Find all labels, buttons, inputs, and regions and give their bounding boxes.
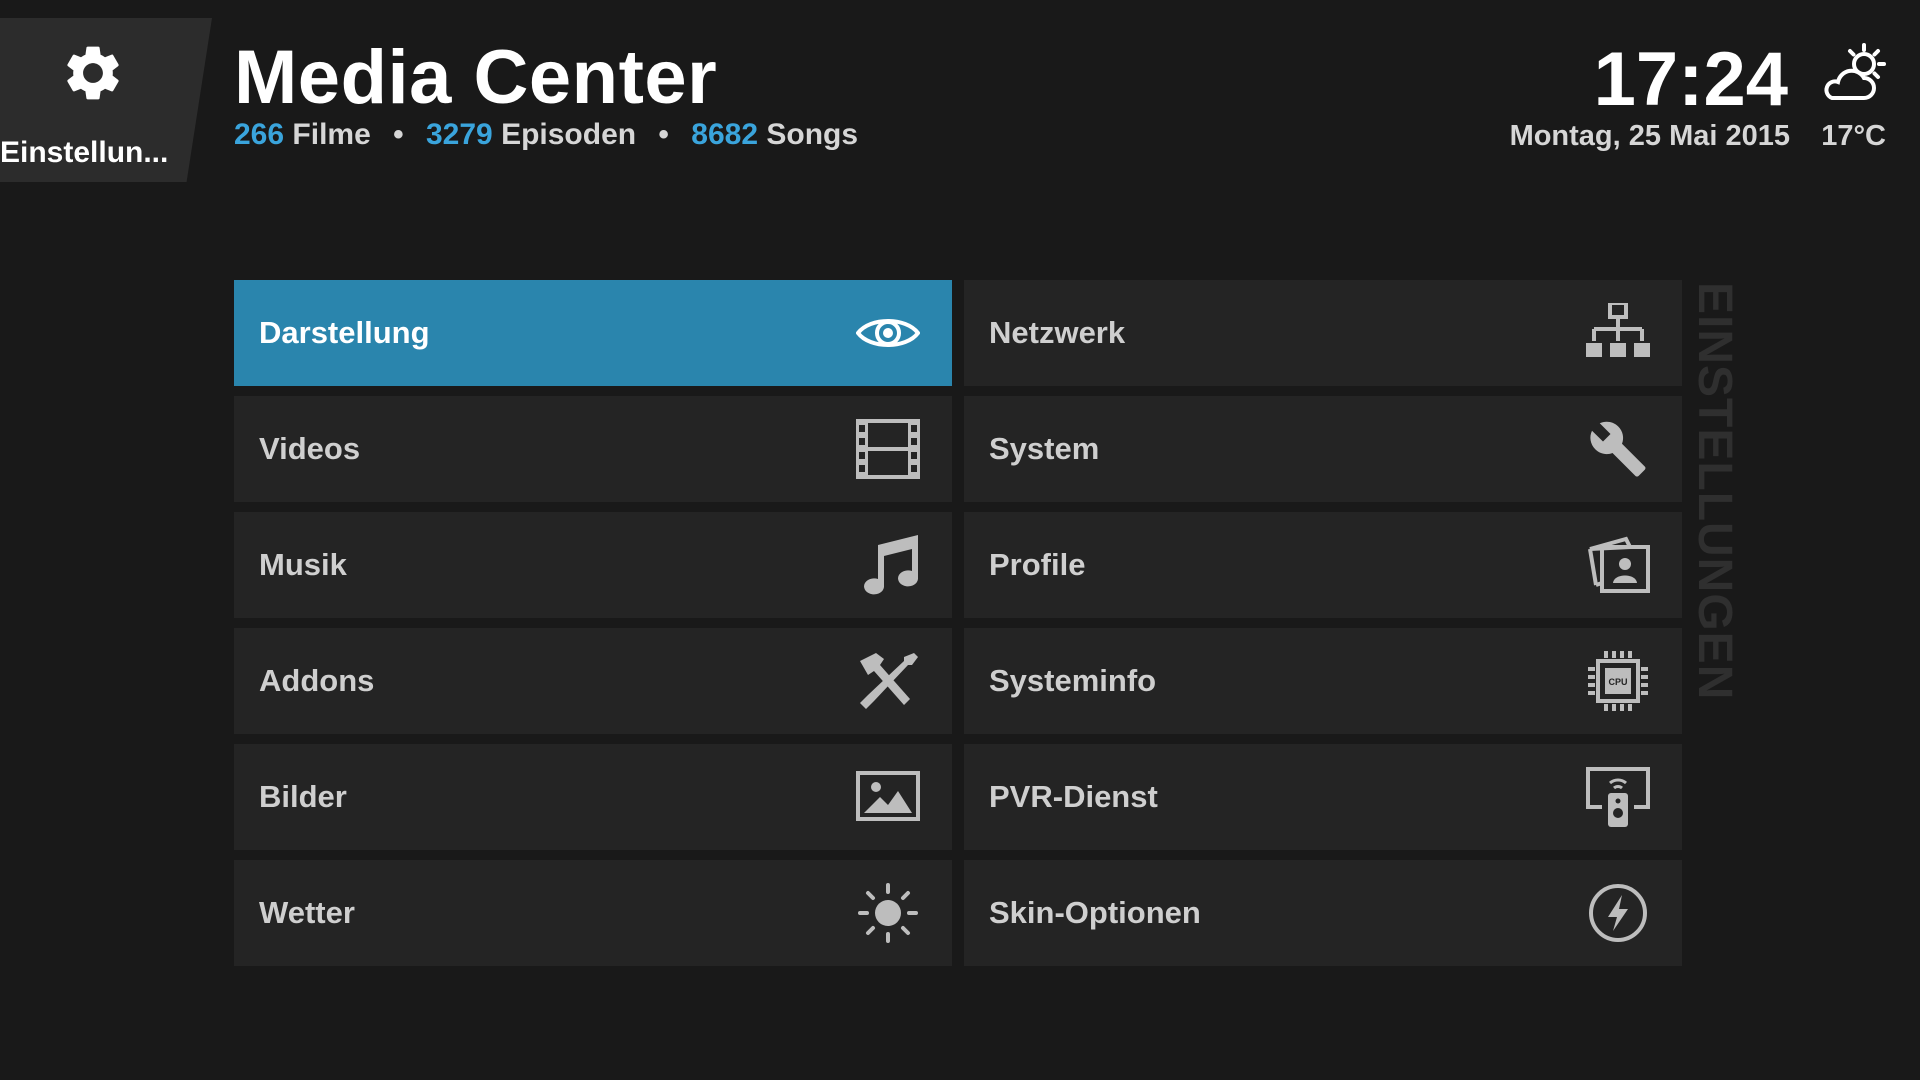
tile-label: Skin-Optionen <box>989 895 1201 930</box>
clock: 17:24 <box>1593 37 1788 122</box>
tile-label: Addons <box>259 663 375 698</box>
profile-icon <box>1586 535 1650 595</box>
tile-system[interactable]: System <box>964 396 1682 502</box>
network-icon <box>1586 303 1650 363</box>
tile-label: System <box>989 431 1100 466</box>
cpu-icon: CPU <box>1586 651 1650 711</box>
tile-label: Profile <box>989 547 1086 582</box>
episode-count-label: Episoden <box>501 118 637 151</box>
stats-separator: • <box>658 118 669 151</box>
tile-label: PVR-Dienst <box>989 779 1158 814</box>
tools-icon <box>856 651 920 711</box>
settings-back-button[interactable]: Einstellun... <box>0 18 212 182</box>
tile-netzwerk[interactable]: Netzwerk <box>964 280 1682 386</box>
tile-addons[interactable]: Addons <box>234 628 952 734</box>
song-count-label: Songs <box>766 118 859 151</box>
movie-count-label: Filme <box>292 118 371 151</box>
tile-label: Wetter <box>259 895 355 930</box>
gear-icon <box>60 40 126 106</box>
partly-cloudy-icon <box>1818 42 1890 104</box>
sun-icon <box>856 883 920 943</box>
tile-label: Darstellung <box>259 315 430 350</box>
film-icon <box>856 419 920 479</box>
eye-icon <box>856 303 920 363</box>
tile-label: Musik <box>259 547 347 582</box>
song-count: 8682 <box>691 118 759 151</box>
tile-videos[interactable]: Videos <box>234 396 952 502</box>
episode-count: 3279 <box>425 118 493 151</box>
tile-label: Videos <box>259 431 361 466</box>
tile-darstellung[interactable]: Darstellung <box>234 280 952 386</box>
tile-skin-optionen[interactable]: Skin-Optionen <box>964 860 1682 966</box>
tile-label: Netzwerk <box>989 315 1126 350</box>
lightning-icon <box>1586 883 1650 943</box>
picture-icon <box>856 767 920 827</box>
tile-systeminfo[interactable]: Systeminfo CPU <box>964 628 1682 734</box>
wrench-icon <box>1586 419 1650 479</box>
music-note-icon <box>856 535 920 595</box>
stats-separator: • <box>393 118 404 151</box>
page-title: Media Center <box>234 35 718 120</box>
section-label-text: EINSTELLUNGEN <box>1688 282 1741 701</box>
remote-icon <box>1586 767 1650 827</box>
tile-profile[interactable]: Profile <box>964 512 1682 618</box>
date: Montag, 25 Mai 2015 <box>1509 120 1790 152</box>
tile-label: Bilder <box>259 779 347 814</box>
tile-musik[interactable]: Musik <box>234 512 952 618</box>
tile-label: Systeminfo <box>989 663 1157 698</box>
section-label: EINSTELLUNGEN <box>1688 282 1746 722</box>
tile-bilder[interactable]: Bilder <box>234 744 952 850</box>
movie-count: 266 <box>234 118 285 151</box>
settings-back-label: Einstellun... <box>0 136 169 169</box>
library-stats: 266 Filme • 3279 Episoden • 8682 Songs <box>234 118 858 152</box>
temperature: 17°C <box>1821 120 1886 152</box>
svg-text:CPU: CPU <box>1608 677 1627 687</box>
tile-wetter[interactable]: Wetter <box>234 860 952 966</box>
settings-grid: Darstellung Netzwerk Videos System Musik… <box>234 280 1682 966</box>
settings-screen: Einstellun... Media Center 266 Filme • 3… <box>0 0 1920 1080</box>
tile-pvr-dienst[interactable]: PVR-Dienst <box>964 744 1682 850</box>
